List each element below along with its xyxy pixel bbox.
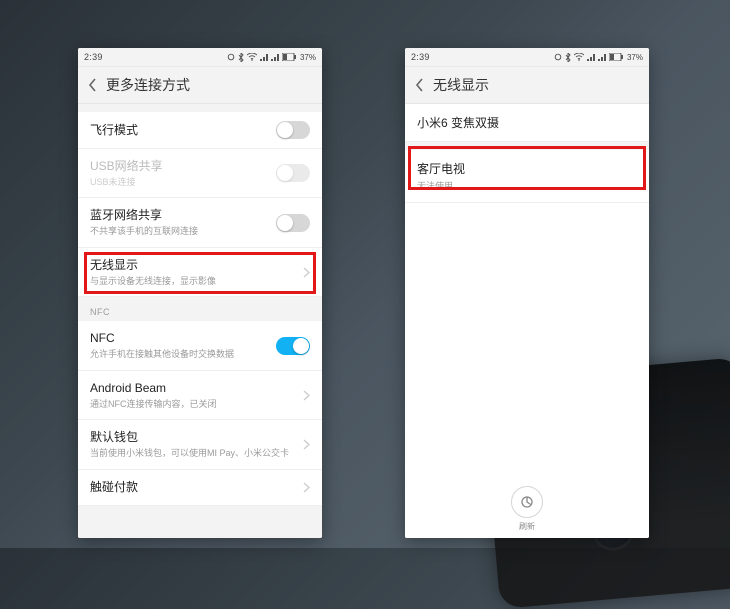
row-label: 飞行模式 [90, 122, 276, 139]
bluetooth-icon [238, 53, 244, 62]
page-title: 更多连接方式 [106, 75, 316, 95]
row-android-beam[interactable]: Android Beam 通过NFC连接传输内容，已关闭 [78, 371, 322, 420]
signal-1-icon [587, 53, 595, 61]
phone-left: 2:39 37% 更多连接方式 飞行模式 USB网络共享 USB未连接 [78, 48, 322, 538]
remote-device-status: 无法使用 [417, 179, 637, 192]
divider [405, 142, 649, 150]
chevron-right-icon [296, 390, 310, 401]
row-label: NFC [90, 330, 276, 347]
section-label-nfc: NFC [78, 297, 322, 321]
status-time: 2:39 [84, 52, 103, 62]
row-bluetooth-tether[interactable]: 蓝牙网络共享 不共享该手机的互联网连接 [78, 198, 322, 247]
row-label: USB网络共享 [90, 158, 276, 175]
chevron-right-icon [296, 267, 310, 278]
signal-2-icon [271, 53, 279, 61]
battery-icon [282, 53, 296, 61]
row-usb-tether: USB网络共享 USB未连接 [78, 149, 322, 198]
remote-device-row[interactable]: 客厅电视 无法使用 [405, 150, 649, 203]
status-bar: 2:39 37% [405, 48, 649, 67]
chevron-right-icon [296, 482, 310, 493]
row-sublabel: USB未连接 [90, 177, 276, 189]
chevron-left-icon [415, 78, 425, 92]
switch-knob [277, 122, 293, 138]
wireless-display-screen: 小米6 变焦双摄 客厅电视 无法使用 刷新 [405, 104, 649, 538]
battery-percent: 37% [627, 53, 643, 62]
row-label: 默认钱包 [90, 429, 296, 446]
row-nfc[interactable]: NFC 允许手机在接触其他设备时交换数据 [78, 321, 322, 370]
battery-icon [609, 53, 623, 61]
signal-2-icon [598, 53, 606, 61]
refresh-control[interactable]: 刷新 [405, 486, 649, 532]
row-sublabel: 当前使用小米钱包，可以使用MI Pay、小米公交卡 [90, 448, 296, 460]
row-airplane-mode[interactable]: 飞行模式 [78, 112, 322, 149]
switch-nfc[interactable] [276, 337, 310, 355]
row-label: Android Beam [90, 380, 296, 397]
remote-device-title: 客厅电视 [417, 160, 637, 177]
wifi-icon [574, 53, 584, 61]
wifi-icon [247, 53, 257, 61]
signal-1-icon [260, 53, 268, 61]
header-bar: 更多连接方式 [78, 67, 322, 104]
chevron-left-icon [88, 78, 98, 92]
row-label: 蓝牙网络共享 [90, 207, 276, 224]
row-tap-pay[interactable]: 触碰付款 [78, 470, 322, 506]
switch-knob [277, 215, 293, 231]
row-label: 触碰付款 [90, 479, 296, 496]
row-sublabel: 不共享该手机的互联网连接 [90, 226, 276, 238]
chevron-right-icon [296, 439, 310, 450]
back-button[interactable] [407, 67, 433, 103]
settings-list: 飞行模式 USB网络共享 USB未连接 蓝牙网络共享 不共享该手机的互联网连接 … [78, 104, 322, 538]
status-icons: 37% [554, 53, 643, 62]
page-title: 无线显示 [433, 75, 643, 95]
switch-airplane[interactable] [276, 121, 310, 139]
local-device-label: 小米6 变焦双摄 [405, 104, 649, 142]
sync-icon [554, 53, 562, 61]
status-bar: 2:39 37% [78, 48, 322, 67]
switch-bt-tether[interactable] [276, 214, 310, 232]
header-bar: 无线显示 [405, 67, 649, 104]
row-sublabel: 通过NFC连接传输内容，已关闭 [90, 399, 296, 411]
refresh-button[interactable] [511, 486, 543, 518]
battery-percent: 37% [300, 53, 316, 62]
sync-icon [227, 53, 235, 61]
refresh-icon [520, 495, 534, 509]
row-wireless-display[interactable]: 无线显示 与显示设备无线连接，显示影像 [78, 248, 322, 297]
row-label: 无线显示 [90, 257, 296, 274]
row-default-wallet[interactable]: 默认钱包 当前使用小米钱包，可以使用MI Pay、小米公交卡 [78, 420, 322, 469]
bluetooth-icon [565, 53, 571, 62]
back-button[interactable] [80, 67, 106, 103]
phone-right: 2:39 37% 无线显示 小米6 变焦双摄 客厅电视 无法使用 [405, 48, 649, 538]
row-sublabel: 与显示设备无线连接，显示影像 [90, 276, 296, 288]
switch-knob [293, 338, 309, 354]
refresh-label: 刷新 [519, 521, 535, 532]
switch-knob [277, 165, 293, 181]
status-icons: 37% [227, 53, 316, 62]
switch-usb-tether [276, 164, 310, 182]
status-time: 2:39 [411, 52, 430, 62]
row-sublabel: 允许手机在接触其他设备时交换数据 [90, 349, 276, 361]
